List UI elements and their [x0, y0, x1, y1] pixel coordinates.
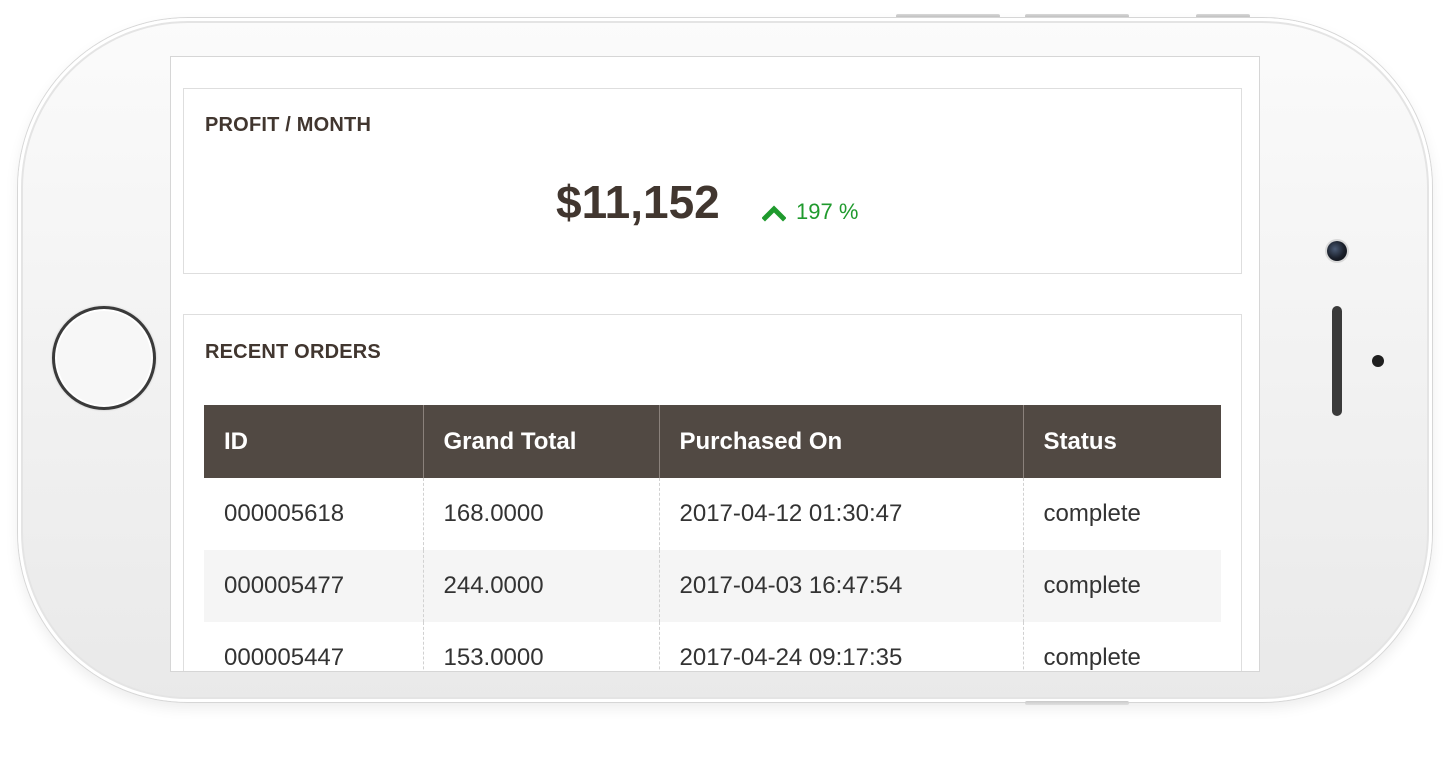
order-status: complete — [1022, 478, 1221, 550]
front-camera — [1327, 241, 1347, 261]
table-row[interactable]: 000005618 168.0000 2017-04-12 01:30:47 c… — [204, 478, 1221, 550]
profit-title: PROFIT / MONTH — [205, 114, 372, 136]
table-header-row: ID Grand Total Purchased On Status — [204, 405, 1221, 478]
order-id: 000005618 — [224, 500, 345, 527]
column-header-id[interactable]: ID — [204, 405, 423, 478]
table-row[interactable]: 000005447 153.0000 2017-04-24 09:17:35 c… — [204, 622, 1221, 671]
home-button[interactable] — [52, 306, 156, 410]
phone-screen: PROFIT / MONTH $11,152 197 % RECENT ORDE… — [170, 56, 1260, 672]
recent-orders-card: RECENT ORDERS ID Grand Total Purchased O… — [183, 314, 1242, 671]
arrow-up-icon — [762, 205, 786, 222]
order-id: 000005447 — [224, 644, 345, 671]
order-status: complete — [1022, 622, 1221, 671]
recent-orders-table: ID Grand Total Purchased On Status 00000… — [204, 405, 1221, 671]
proximity-sensor — [1372, 355, 1384, 367]
order-status: complete — [1022, 550, 1221, 622]
column-header-purchased-on[interactable]: Purchased On — [658, 405, 1023, 478]
earpiece-speaker — [1332, 306, 1342, 416]
order-grand-total: 244.0000 — [422, 550, 659, 622]
profit-change: 197 % — [762, 199, 858, 225]
column-header-grand-total[interactable]: Grand Total — [422, 405, 659, 478]
profit-change-value: 197 % — [796, 199, 859, 224]
recent-orders-title: RECENT ORDERS — [205, 341, 381, 363]
profit-value: $11,152 — [556, 176, 720, 228]
order-id: 000005477 — [204, 550, 423, 622]
table-row[interactable]: 000005477 244.0000 2017-04-03 16:47:54 c… — [204, 550, 1221, 622]
order-grand-total: 153.0000 — [422, 622, 659, 671]
profit-card: PROFIT / MONTH $11,152 197 % — [183, 88, 1242, 274]
column-header-status[interactable]: Status — [1022, 405, 1221, 478]
order-purchased-on: 2017-04-12 01:30:47 — [658, 478, 1023, 550]
order-grand-total: 168.0000 — [422, 478, 659, 550]
order-purchased-on: 2017-04-03 16:47:54 — [658, 550, 1023, 622]
phone-power-button — [1025, 701, 1129, 705]
order-purchased-on: 2017-04-24 09:17:35 — [658, 622, 1023, 671]
